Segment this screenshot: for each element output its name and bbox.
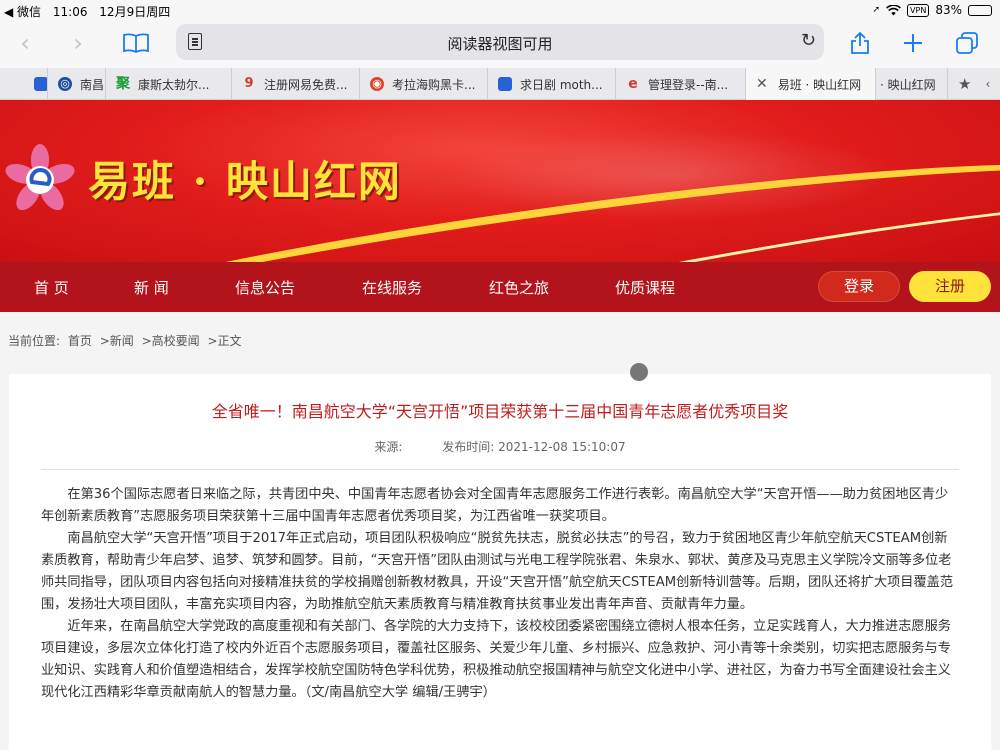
status-date: 12月9日周四 — [99, 5, 171, 19]
article-body: 在第36个国际志愿者日来临之际，共青团中央、中国青年志愿者协会对全国青年志愿服务… — [41, 484, 959, 704]
article-paragraph: 在第36个国际志愿者日来临之际，共青团中央、中国青年志愿者协会对全国青年志愿服务… — [41, 487, 949, 524]
vpn-badge: VPN — [907, 3, 930, 17]
tab-5[interactable]: ◉ 考拉海购黑卡... — [360, 68, 488, 100]
address-bar[interactable]: 阅读器视图可用 ↻ — [176, 24, 824, 60]
back-icon[interactable]: ‹ — [10, 28, 40, 58]
tab-label: 考拉海购黑卡... — [392, 77, 476, 92]
tab-label: 康斯太勃尔... — [138, 77, 210, 92]
breadcrumb-current: >正文 — [207, 334, 242, 348]
tab-4[interactable]: 9 注册网易免费... — [232, 68, 360, 100]
browser-toolbar: ‹ › 阅读器视图可用 ↻ — [0, 20, 1000, 68]
tab-6[interactable]: 🐾 求日剧 moth... — [488, 68, 616, 100]
tab-bar: 🐾 ◎ 南昌 聚 康斯太勃尔... 9 注册网易免费... ◉ 考拉海购黑卡..… — [0, 68, 1000, 100]
university-badge-icon: ◎ — [58, 77, 72, 91]
weibo-favicon-icon: ◉ — [370, 77, 384, 91]
overflow-chevron-icon: ‹ — [985, 77, 991, 91]
tab-label: 易班 · 映山红网 — [777, 77, 862, 92]
reload-icon[interactable]: ↻ — [801, 30, 816, 51]
status-time: 11:06 — [52, 5, 88, 19]
status-bar: ◀ 微信 11:06 12月9日周四 ➚ VPN 83% — [0, 0, 1000, 20]
tab-label: · 映山红网 — [880, 77, 936, 92]
e-favicon-icon: e — [628, 76, 638, 92]
main-nav: 首 页 新 闻 信息公告 在线服务 红色之旅 优质课程 登录 注册 — [0, 262, 1000, 312]
battery-percent: 83% — [935, 3, 962, 17]
tab-2[interactable]: ◎ 南昌 — [48, 68, 106, 100]
paw-favicon-icon: 🐾 — [498, 77, 512, 91]
address-text: 阅读器视图可用 — [447, 35, 553, 53]
status-bar-right: ➚ VPN 83% — [872, 3, 992, 17]
status-bar-left: ◀ 微信 11:06 12月9日周四 — [4, 3, 178, 20]
nav-news[interactable]: 新 闻 — [134, 277, 169, 298]
site-logo-icon[interactable] — [4, 144, 76, 216]
article-paragraph: 南昌航空大学“天宫开悟”项目于2017年正式启动，项目团队积极响应“脱贫先扶志，… — [41, 531, 954, 612]
tab-10[interactable]: ★ ‹ — [948, 68, 1000, 100]
wifi-icon — [886, 4, 901, 15]
breadcrumb-news[interactable]: >新闻 — [100, 334, 134, 348]
share-icon[interactable] — [845, 28, 875, 58]
battery-icon — [968, 4, 992, 16]
breadcrumb-label: 当前位置: — [8, 334, 61, 348]
nav-home[interactable]: 首 页 — [34, 277, 69, 298]
netease-favicon-icon: 9 — [244, 76, 254, 91]
star-icon: ★ — [958, 75, 972, 93]
tab-9[interactable]: · 映山红网 — [876, 68, 948, 100]
article-source: 来源: — [374, 440, 403, 454]
breadcrumb: 当前位置: 首页 >新闻 >高校要闻 >正文 — [8, 332, 246, 349]
article-paragraph: 近年来，在南昌航空大学党政的高度重视和有关部门、各学院的大力支持下，该校校团委紧… — [41, 619, 951, 700]
tab-label: 南昌 — [80, 77, 105, 92]
login-button[interactable]: 登录 — [818, 271, 900, 302]
scroll-indicator[interactable] — [630, 363, 648, 381]
nav-quality-courses[interactable]: 优质课程 — [615, 277, 675, 298]
nav-online-services[interactable]: 在线服务 — [362, 277, 422, 298]
article-title: 全省唯一！南昌航空大学“天宫开悟”项目荣获第十三届中国青年志愿者优秀项目奖 — [211, 402, 789, 421]
forward-icon[interactable]: › — [63, 28, 93, 58]
close-tab-icon[interactable]: ✕ — [756, 76, 768, 92]
article-publish-time: 发布时间: 2021-12-08 15:10:07 — [442, 440, 626, 454]
article-meta: 来源: 发布时间: 2021-12-08 15:10:07 — [0, 438, 1000, 455]
tab-label: 注册网易免费... — [264, 77, 348, 92]
breadcrumb-home[interactable]: 首页 — [68, 334, 92, 348]
bookmarks-icon[interactable] — [121, 28, 151, 58]
site-title: 易班 · 映山红网 — [88, 157, 402, 206]
nav-announcements[interactable]: 信息公告 — [235, 277, 295, 298]
register-button[interactable]: 注册 — [909, 271, 991, 302]
tab-3[interactable]: 聚 康斯太勃尔... — [106, 68, 232, 100]
nav-red-tour[interactable]: 红色之旅 — [489, 277, 549, 298]
site-banner: 易班 · 映山红网 — [0, 100, 1000, 262]
tabs-overview-icon[interactable] — [952, 28, 982, 58]
tab-label: 求日剧 moth... — [520, 77, 603, 92]
tab-7[interactable]: e 管理登录--南... — [616, 68, 746, 100]
new-tab-icon[interactable] — [898, 28, 928, 58]
location-icon: ➚ — [872, 5, 881, 15]
paw-favicon-icon: 🐾 — [34, 77, 48, 91]
tab-1[interactable]: 🐾 — [20, 68, 48, 100]
breadcrumb-university-news[interactable]: >高校要闻 — [142, 334, 200, 348]
back-to-app-link[interactable]: ◀ 微信 — [4, 5, 41, 19]
ju-favicon-icon: 聚 — [116, 76, 130, 92]
tab-label: 管理登录--南... — [648, 77, 729, 92]
article-divider — [41, 469, 959, 470]
tab-active[interactable]: ✕ 易班 · 映山红网 — [746, 68, 876, 100]
